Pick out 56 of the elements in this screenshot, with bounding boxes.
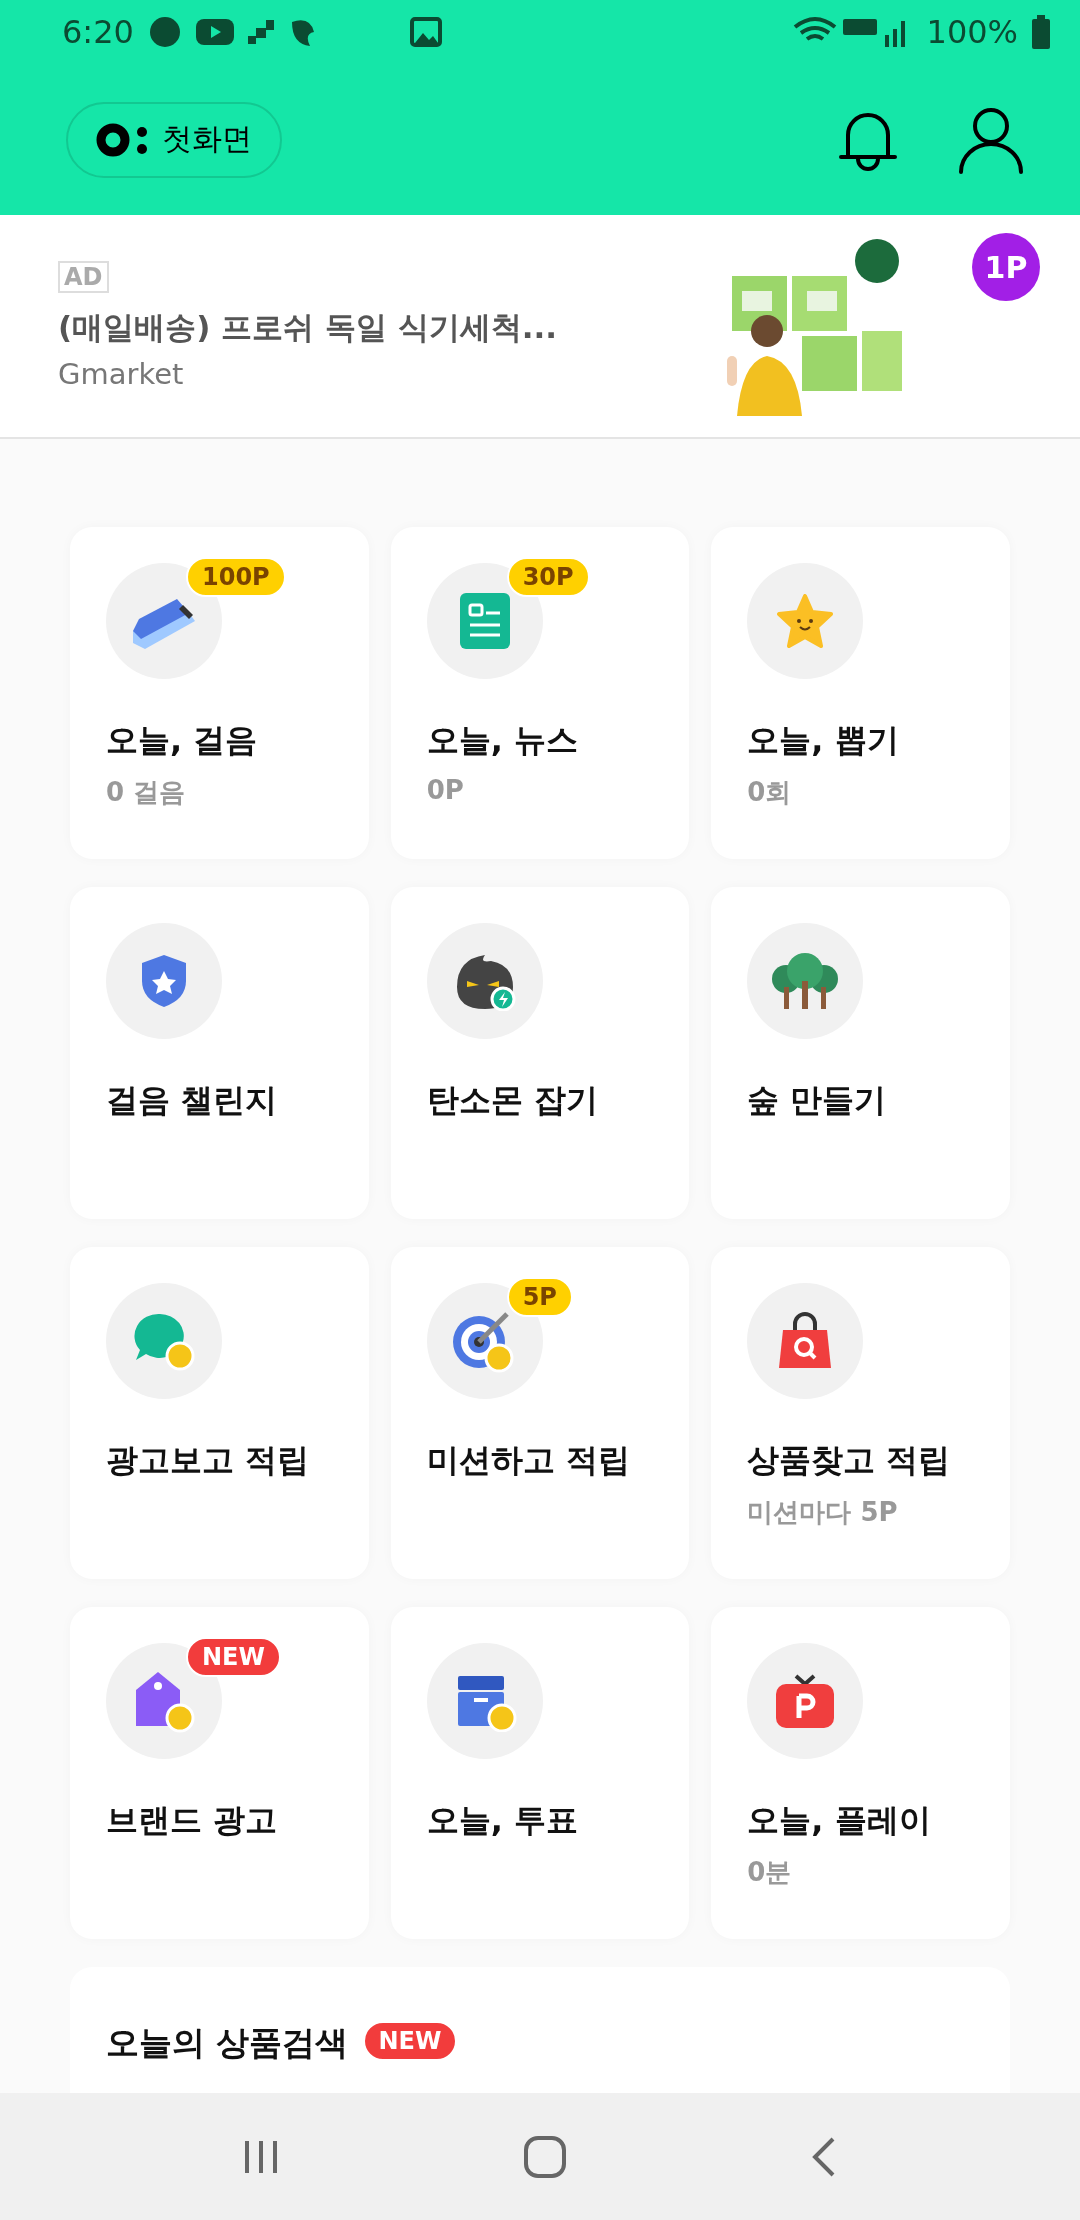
feature-card[interactable]: 탄소몬 잡기 xyxy=(390,887,690,1219)
card-title: 오늘, 걸음 xyxy=(106,720,258,761)
card-title: 오늘, 투표 xyxy=(426,1800,578,1841)
ad-seller: Gmarket xyxy=(58,357,184,391)
points-badge: 30P xyxy=(506,557,590,597)
battery-percentage: 100% xyxy=(926,13,1018,51)
card-title: 숲 만들기 xyxy=(747,1080,887,1121)
stairs-icon xyxy=(247,20,276,44)
feature-card[interactable]: 100P 오늘, 걸음 0 걸음 xyxy=(70,527,369,859)
ad-title[interactable]: (매일배송) 프로쉬 독일 식기세척... xyxy=(58,307,558,349)
card-subtitle: 미션마다 5P xyxy=(747,1496,898,1529)
document-icon xyxy=(459,593,510,649)
feature-card[interactable]: 광고보고 적립 xyxy=(70,1247,369,1579)
card-subtitle: 0P xyxy=(426,775,464,805)
smiling-star-icon xyxy=(777,594,834,648)
image-icon xyxy=(409,17,442,47)
battery-icon xyxy=(1032,15,1050,49)
profile-icon[interactable] xyxy=(958,105,1024,174)
trees-icon xyxy=(770,951,841,1011)
home-icon[interactable] xyxy=(523,2134,567,2179)
points-badge: 5P xyxy=(506,1277,573,1317)
feature-card[interactable]: 5P 미션하고 적립 xyxy=(390,1247,690,1579)
card-title: 오늘, 뽑기 xyxy=(747,720,899,761)
card-title: 탄소몬 잡기 xyxy=(426,1080,598,1121)
logo-icon xyxy=(96,122,150,157)
play-icon xyxy=(195,19,234,45)
feature-card[interactable]: 오늘, 뽑기 0회 xyxy=(711,527,1010,859)
badge-icon xyxy=(147,15,182,49)
status-time: 6:20 xyxy=(62,13,134,51)
card-subtitle: 0 걸음 xyxy=(106,776,186,809)
feature-card[interactable]: NEW 브랜드 광고 xyxy=(70,1607,369,1939)
shield-icon xyxy=(140,953,188,1009)
card-title: 걸음 챌린지 xyxy=(106,1080,278,1121)
feature-card[interactable]: 상품찾고 적립 미션마다 5P xyxy=(711,1247,1010,1579)
feature-card[interactable]: 숲 만들기 xyxy=(711,887,1010,1219)
feature-card[interactable]: 오늘, 플레이 0분 xyxy=(711,1607,1010,1939)
card-title: 미션하고 적립 xyxy=(426,1440,630,1481)
feature-card[interactable]: 30P 오늘, 뉴스 0P xyxy=(390,527,690,859)
feature-card[interactable]: 오늘, 투표 xyxy=(390,1607,690,1939)
card-subtitle: 0분 xyxy=(747,1856,792,1889)
home-button[interactable]: 첫화면 xyxy=(66,101,282,178)
points-badge: NEW xyxy=(186,1637,281,1677)
feature-card[interactable]: 걸음 챌린지 xyxy=(70,887,369,1219)
ad-label: AD xyxy=(58,261,109,293)
card-subtitle: 0회 xyxy=(747,776,792,809)
card-title: 상품찾고 적립 xyxy=(747,1440,951,1481)
points-badge: 100P xyxy=(186,557,286,597)
points-badge: 1P xyxy=(972,233,1040,301)
card-title: 광고보고 적립 xyxy=(106,1440,310,1481)
card-title: 브랜드 광고 xyxy=(106,1800,278,1841)
new-badge: NEW xyxy=(362,2021,458,2061)
tv-icon xyxy=(774,1672,837,1730)
section-title: 오늘의 상품검색 xyxy=(106,2022,349,2064)
card-title: 오늘, 뉴스 xyxy=(426,720,578,761)
card-title: 오늘, 플레이 xyxy=(747,1800,931,1841)
leaf-icon xyxy=(289,18,316,46)
